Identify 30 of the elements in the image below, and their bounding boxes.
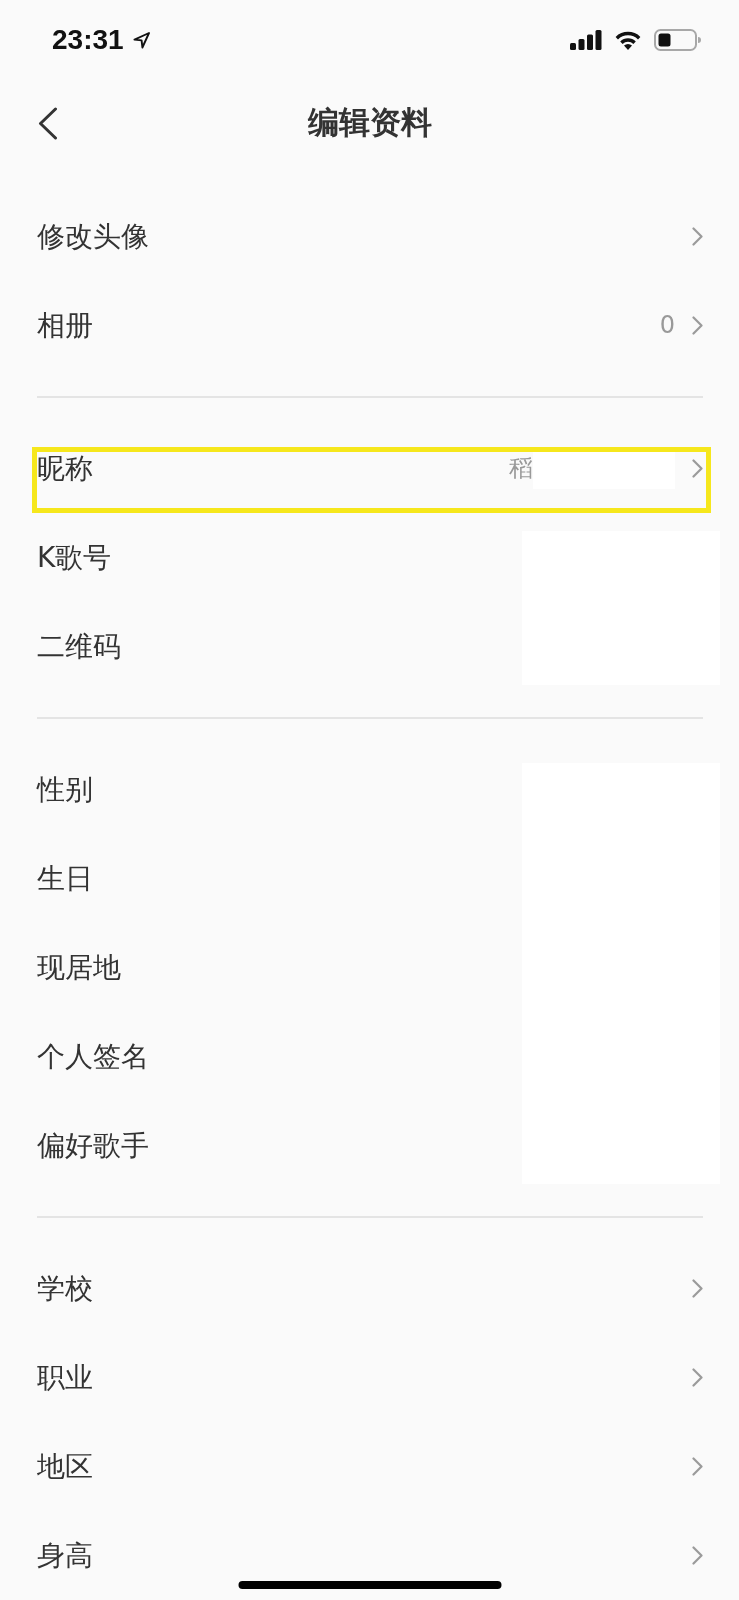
field-label: 性别 xyxy=(37,772,93,807)
chevron-right-icon[interactable] xyxy=(692,459,703,478)
field-label: K歌号 xyxy=(37,540,112,575)
field-label: 职业 xyxy=(37,1360,93,1395)
field-label: 学校 xyxy=(37,1271,93,1306)
wifi-icon xyxy=(614,30,642,50)
chevron-right-icon[interactable] xyxy=(692,1546,703,1565)
field-label: 偏好歌手 xyxy=(37,1128,149,1163)
battery-icon xyxy=(654,29,701,51)
field-value: 0 xyxy=(659,311,675,340)
field-label: 生日 xyxy=(37,861,93,896)
field-label: 二维码 xyxy=(37,629,121,664)
location-arrow-icon xyxy=(132,31,150,49)
field-value: 稻 xyxy=(509,454,533,483)
field-label: 现居地 xyxy=(37,950,121,985)
chevron-right-icon[interactable] xyxy=(692,1279,703,1298)
field-label: 身高 xyxy=(37,1538,93,1573)
field-label: 昵称 xyxy=(37,451,93,486)
signal-icon xyxy=(570,30,602,50)
field-label: 地区 xyxy=(37,1449,93,1484)
chevron-right-icon[interactable] xyxy=(692,316,703,335)
chevron-right-icon[interactable] xyxy=(692,227,703,246)
field-label: 修改头像 xyxy=(37,219,149,254)
page-title: 编辑资料 xyxy=(307,104,432,142)
chevron-right-icon[interactable] xyxy=(692,1368,703,1387)
chevron-right-icon[interactable] xyxy=(692,1457,703,1476)
field-label: 个人签名 xyxy=(37,1039,149,1074)
field-label: 相册 xyxy=(37,308,93,343)
status-time: 23:31 xyxy=(52,26,124,54)
back-button[interactable] xyxy=(38,106,58,140)
